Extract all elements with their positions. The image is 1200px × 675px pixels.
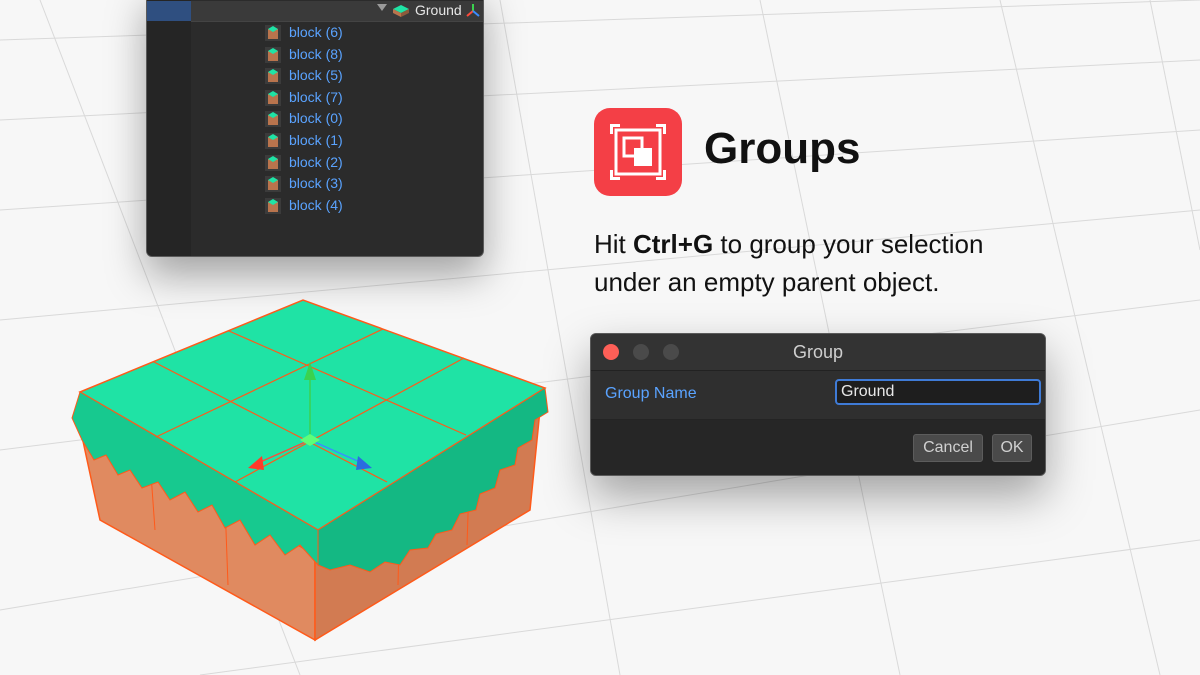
shortcut-label: Ctrl+G bbox=[633, 229, 714, 259]
group-dialog: Group Group Name Cancel OK bbox=[590, 333, 1046, 476]
cancel-button[interactable]: Cancel bbox=[913, 434, 983, 462]
dialog-footer: Cancel OK bbox=[591, 420, 1045, 475]
dialog-titlebar[interactable]: Group bbox=[591, 334, 1045, 371]
dialog-title: Group bbox=[792, 342, 844, 362]
group-feature-icon bbox=[594, 108, 682, 196]
ok-button[interactable]: OK bbox=[992, 434, 1032, 462]
group-name-label: Group Name bbox=[605, 385, 697, 402]
page-title: Groups bbox=[704, 124, 861, 173]
group-name-input[interactable] bbox=[835, 379, 1041, 405]
dialog-body: Group Name bbox=[591, 371, 1045, 420]
description-prefix: Hit bbox=[594, 229, 633, 259]
feature-description: Hit Ctrl+G to group your selection under… bbox=[594, 225, 1054, 301]
group-icon bbox=[610, 124, 666, 180]
